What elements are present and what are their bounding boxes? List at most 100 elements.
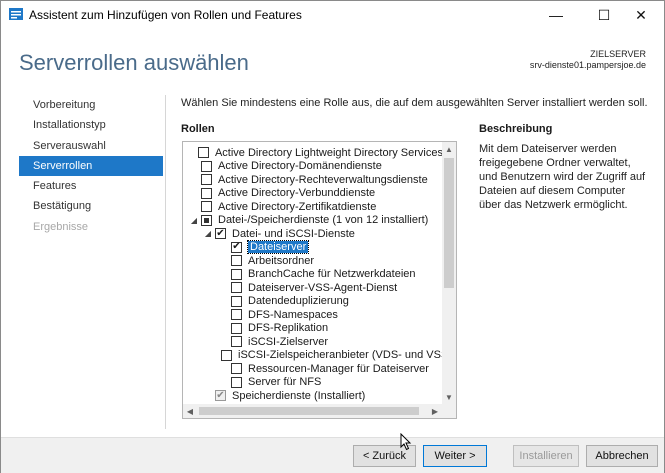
- role-label: Dateiserver: [246, 240, 310, 255]
- window-title: Assistent zum Hinzufügen von Rollen und …: [29, 8, 302, 22]
- role-label: DFS-Replikation: [248, 322, 329, 335]
- role-label: Active Directory-Zertifikatdienste: [218, 200, 377, 213]
- role-checkbox[interactable]: [201, 214, 212, 226]
- minimize-button[interactable]: —: [533, 1, 579, 29]
- roles-heading: Rollen: [181, 123, 215, 135]
- nav-item-serverauswahl[interactable]: Serverauswahl: [19, 136, 163, 156]
- description-text: Mit dem Dateiserver werden freigegebene …: [479, 143, 646, 211]
- title-bar: Assistent zum Hinzufügen von Rollen und …: [1, 1, 664, 29]
- role-checkbox[interactable]: [201, 201, 212, 213]
- close-button[interactable]: ✕: [618, 1, 664, 29]
- role-checkbox[interactable]: [231, 336, 242, 348]
- minimize-icon: —: [549, 7, 563, 23]
- scroll-down-icon[interactable]: ▼: [442, 390, 456, 404]
- role-checkbox[interactable]: [231, 309, 242, 321]
- scroll-left-icon[interactable]: ◀: [183, 404, 197, 418]
- role-tree-item[interactable]: ◢ Datei-/Speicherdienste (1 von 12 instal…: [183, 214, 443, 228]
- nav-item-bestaetigung[interactable]: Bestätigung: [19, 196, 163, 216]
- role-checkbox[interactable]: [197, 147, 209, 159]
- role-label: Active Directory Lightweight Directory S…: [214, 146, 443, 159]
- role-checkbox[interactable]: [231, 268, 242, 280]
- description-heading: Beschreibung: [479, 123, 553, 135]
- role-tree-item[interactable]: Arbeitsordner: [183, 254, 443, 268]
- role-checkbox[interactable]: [201, 160, 212, 172]
- roles-tree-items: Active Directory Lightweight Directory S…: [183, 146, 456, 403]
- vertical-scroll-thumb[interactable]: [444, 158, 454, 288]
- role-tree-item[interactable]: Active Directory-Domänendienste: [183, 160, 443, 174]
- instruction-text: Wählen Sie mindestens eine Rolle aus, di…: [181, 97, 648, 109]
- roles-tree[interactable]: Active Directory Lightweight Directory S…: [182, 141, 457, 419]
- close-icon: ✕: [635, 6, 647, 23]
- role-checkbox[interactable]: [231, 363, 242, 375]
- target-server-label: ZIELSERVER: [590, 49, 646, 59]
- vertical-scrollbar[interactable]: ▲ ▼: [442, 142, 456, 404]
- install-button: Installieren: [513, 445, 579, 467]
- role-label: Active Directory-Domänendienste: [218, 160, 382, 173]
- target-server-name: srv-dienste01.pampersjoe.de: [529, 60, 646, 70]
- nav-item-installationstyp[interactable]: Installationstyp: [19, 115, 163, 135]
- role-label: Speicherdienste (Installiert): [232, 389, 366, 402]
- role-label: BranchCache für Netzwerkdateien: [248, 268, 416, 281]
- role-tree-item[interactable]: Active Directory Lightweight Directory S…: [183, 146, 443, 160]
- role-tree-item[interactable]: Ressourcen-Manager für Dateiserver: [183, 362, 443, 376]
- role-checkbox[interactable]: [221, 349, 232, 361]
- role-tree-item[interactable]: iSCSI-Zielserver: [183, 335, 443, 349]
- nav-item-serverrollen[interactable]: Serverrollen: [19, 155, 163, 176]
- next-button[interactable]: Weiter >: [423, 445, 487, 467]
- role-tree-item[interactable]: Datendeduplizierung: [183, 295, 443, 309]
- role-checkbox[interactable]: [201, 174, 212, 186]
- role-tree-item[interactable]: Server für NFS: [183, 376, 443, 390]
- wizard-window: Assistent zum Hinzufügen von Rollen und …: [0, 0, 665, 473]
- role-label: Server für NFS: [248, 376, 322, 389]
- wizard-header: Serverrollen auswählen ZIELSERVER srv-di…: [1, 29, 664, 91]
- collapse-arrow-icon[interactable]: ◢: [203, 229, 213, 239]
- nav-item-features[interactable]: Features: [19, 176, 163, 196]
- role-tree-item[interactable]: ◢ ✔ Datei- und iSCSI-Dienste: [183, 227, 443, 241]
- role-checkbox[interactable]: [231, 255, 242, 267]
- scrollbar-corner: [442, 404, 456, 418]
- role-label: iSCSI-Zielspeicheranbieter (VDS- und VSS…: [238, 349, 457, 362]
- scroll-up-icon[interactable]: ▲: [442, 142, 456, 156]
- role-label: Active Directory-Verbunddienste: [218, 187, 376, 200]
- role-tree-item[interactable]: Active Directory-Rechteverwaltungsdienst…: [183, 173, 443, 187]
- cancel-button[interactable]: Abbrechen: [586, 445, 658, 467]
- role-tree-item[interactable]: iSCSI-Zielspeicheranbieter (VDS- und VSS…: [183, 349, 456, 363]
- role-checkbox[interactable]: [231, 282, 242, 294]
- scroll-right-icon[interactable]: ▶: [428, 404, 442, 418]
- role-tree-item[interactable]: ✔ Speicherdienste (Installiert): [183, 389, 443, 403]
- role-label: DFS-Namespaces: [248, 308, 338, 321]
- role-label: Arbeitsordner: [248, 254, 315, 267]
- role-tree-item[interactable]: ✔ Dateiserver: [183, 240, 443, 255]
- collapse-arrow-icon[interactable]: ◢: [189, 215, 199, 225]
- role-checkbox[interactable]: ✔: [231, 241, 242, 253]
- role-checkbox[interactable]: [201, 187, 212, 199]
- server-manager-icon: [9, 8, 23, 20]
- role-tree-item[interactable]: DFS-Replikation: [183, 322, 443, 336]
- nav-divider: [165, 95, 166, 429]
- nav-item-vorbereitung[interactable]: Vorbereitung: [19, 95, 163, 115]
- role-checkbox[interactable]: [231, 295, 242, 307]
- role-tree-item[interactable]: Dateiserver-VSS-Agent-Dienst: [183, 281, 443, 295]
- horizontal-scrollbar[interactable]: ◀ ▶: [183, 404, 442, 418]
- role-checkbox[interactable]: [231, 376, 242, 388]
- wizard-nav: Vorbereitung Installationstyp Serverausw…: [19, 95, 163, 237]
- role-label: Datendeduplizierung: [248, 295, 349, 308]
- role-tree-item[interactable]: Active Directory-Zertifikatdienste: [183, 200, 443, 214]
- role-tree-item[interactable]: DFS-Namespaces: [183, 308, 443, 322]
- role-label: Datei-/Speicherdienste (1 von 12 install…: [218, 214, 429, 227]
- role-tree-item[interactable]: Active Directory-Verbunddienste: [183, 187, 443, 201]
- nav-item-ergebnisse: Ergebnisse: [33, 220, 89, 233]
- role-label: Dateiserver-VSS-Agent-Dienst: [248, 281, 398, 294]
- role-checkbox[interactable]: [231, 322, 242, 334]
- role-tree-item[interactable]: BranchCache für Netzwerkdateien: [183, 268, 443, 282]
- role-checkbox[interactable]: ✔: [215, 228, 226, 240]
- horizontal-scroll-thumb[interactable]: [199, 407, 419, 415]
